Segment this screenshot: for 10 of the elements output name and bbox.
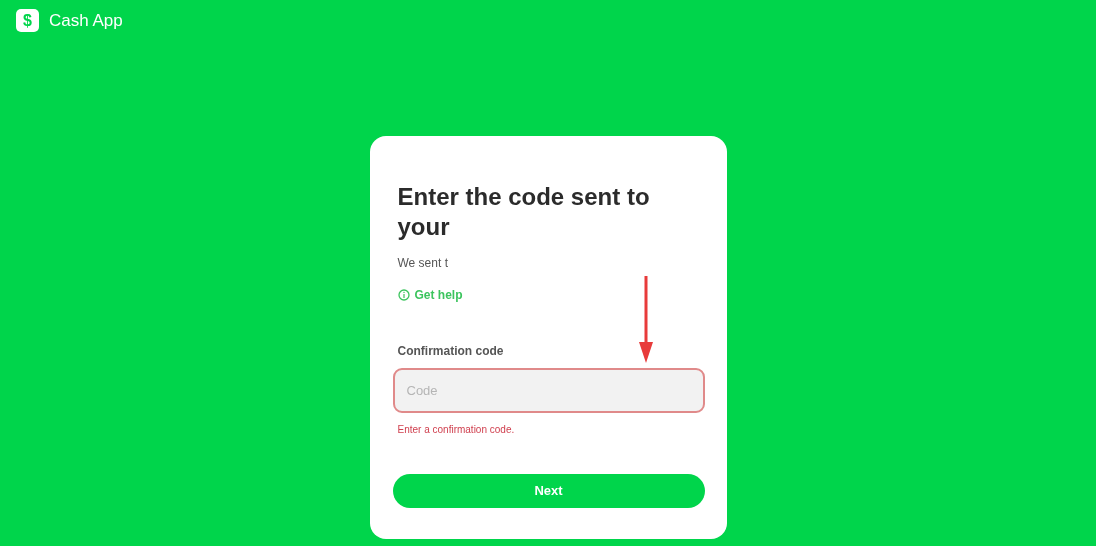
- subtitle: We sent t: [396, 254, 449, 272]
- error-message: Enter a confirmation code.: [396, 422, 516, 437]
- field-label: Confirmation code: [396, 342, 505, 360]
- brand-name: Cash App: [49, 10, 123, 32]
- info-icon: [397, 288, 410, 301]
- next-button[interactable]: Next: [392, 473, 705, 508]
- page-title: Enter the code sent to your: [396, 181, 651, 242]
- get-help-link[interactable]: Get help: [397, 285, 463, 304]
- logo-icon: $: [16, 9, 39, 33]
- code-input[interactable]: Code: [392, 367, 705, 413]
